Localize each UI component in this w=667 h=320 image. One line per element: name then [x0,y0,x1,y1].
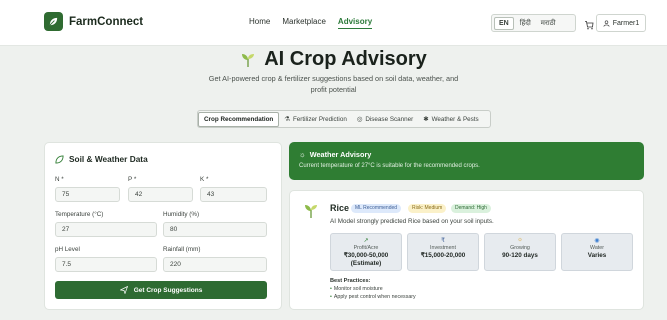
crop-plant-icon [303,203,319,224]
sun-icon: ☼ [299,150,306,159]
k-input[interactable]: 43 [200,187,267,202]
tab-fertilizer-prediction[interactable]: ⚗ Fertilizer Prediction [279,113,352,126]
best-practices-title: Best Practices: [330,278,371,284]
page-title: AI Crop Advisory [0,48,667,71]
form-title-text: Soil & Weather Data [69,154,148,164]
soil-weather-form: Soil & Weather Data N * P * K * 75 42 43… [44,142,282,310]
user-name: Farmer1 [612,19,640,27]
stat-label: Water [590,245,604,251]
n-input[interactable]: 75 [55,187,120,202]
flask-icon: ⚗ [284,115,290,123]
humidity-label: Humidity (%) [163,211,200,218]
stat-value: Varies [587,252,607,259]
lang-en[interactable]: EN [494,16,514,30]
temperature-input[interactable]: 27 [55,222,157,237]
tab-weather-pests[interactable]: ✱ Weather & Pests [418,113,483,126]
rupee-icon: ₹ [441,238,445,244]
n-label: N * [55,176,64,183]
sprout-icon [242,53,255,67]
lang-mr[interactable]: मराठी [537,17,560,30]
nav-home[interactable]: Home [249,17,270,29]
button-label: Get Crop Suggestions [133,286,203,294]
ph-input[interactable]: 7.5 [55,257,157,272]
main-nav: Home Marketplace Advisory [249,17,373,29]
scan-icon: ◎ [356,115,363,123]
stat-investment: ₹ Investment ₹15,000-20,000 [407,233,479,271]
p-label: P * [128,176,137,183]
tab-label: Crop Recommendation [204,115,274,123]
stat-water: ◉ Water Varies [561,233,633,271]
weather-advisory-banner: ☼ Weather Advisory Current temperature o… [289,142,644,180]
user-icon [603,19,610,27]
stat-label: Growing [510,245,530,251]
page-subtitle: Get AI-powered crop & fertilizer suggest… [208,74,459,94]
weather-advisory-text: Current temperature of 27°C is suitable … [299,163,480,169]
form-title: Soil & Weather Data [55,154,148,164]
tab-label: Fertilizer Prediction [292,115,347,123]
tab-crop-recommendation[interactable]: Crop Recommendation [198,111,280,127]
ph-label: pH Level [55,246,80,253]
demand-badge: Demand: High [451,204,491,213]
bug-icon: ✱ [423,115,429,123]
ml-recommended-badge: ML Recommended [351,204,402,213]
trending-up-icon: ↗ [363,238,369,244]
brand-name: FarmConnect [69,15,144,28]
language-switcher: EN हिंदी मराठी [491,14,576,32]
droplet-icon: ◉ [594,238,600,244]
leaf-icon [55,154,64,164]
stat-value: ₹15,000-20,000 [420,252,466,259]
leaf-logo-icon [44,12,63,31]
practice-item: Apply pest control when necessary [330,294,416,300]
advisory-tabs: Crop Recommendation ⚗ Fertilizer Predict… [197,110,491,128]
tab-disease-scanner[interactable]: ◎ Disease Scanner [352,113,418,126]
risk-badge: Risk: Medium [408,204,447,213]
crop-recommendation-card: Rice ML Recommended Risk: Medium Demand:… [289,190,644,310]
nav-advisory[interactable]: Advisory [337,17,373,29]
stat-value: ₹30,000-50,000 (Estimate) [343,252,389,267]
k-label: K * [200,176,209,183]
p-input[interactable]: 42 [128,187,193,202]
get-crop-suggestions-button[interactable]: Get Crop Suggestions [55,281,267,299]
temperature-label: Temperature (°C) [55,211,104,218]
sun-icon: ☼ [517,237,523,243]
stat-profit: ↗ Profit/Acre ₹30,000-50,000 (Estimate) [330,233,402,271]
rainfall-input[interactable]: 220 [163,257,267,272]
nav-marketplace[interactable]: Marketplace [282,17,326,29]
lang-hi[interactable]: हिंदी [516,17,535,30]
cart-icon[interactable] [584,17,594,30]
rainfall-label: Rainfall (mm) [163,246,201,253]
practice-item: Monitor soil moisture [330,286,383,292]
page-title-text: AI Crop Advisory [264,48,427,70]
stat-value: 90-120 days [502,252,538,259]
weather-advisory-title: ☼ Weather Advisory [299,150,371,159]
stat-label: Profit/Acre [353,245,379,251]
tab-label: Disease Scanner [365,115,414,123]
user-menu-button[interactable]: Farmer1 [596,14,646,32]
send-icon [119,286,128,294]
brand-logo[interactable]: FarmConnect [44,12,143,31]
top-header: FarmConnect Home Marketplace Advisory EN… [0,0,667,46]
recommendation-description: AI Model strongly predicted Rice based o… [330,218,494,225]
humidity-input[interactable]: 80 [163,222,267,237]
stat-growing: ☼ Growing 90-120 days [484,233,556,271]
weather-title-text: Weather Advisory [309,150,372,159]
crop-name: Rice [330,203,350,213]
tab-label: Weather & Pests [431,115,479,123]
stat-label: Investment [430,245,456,251]
